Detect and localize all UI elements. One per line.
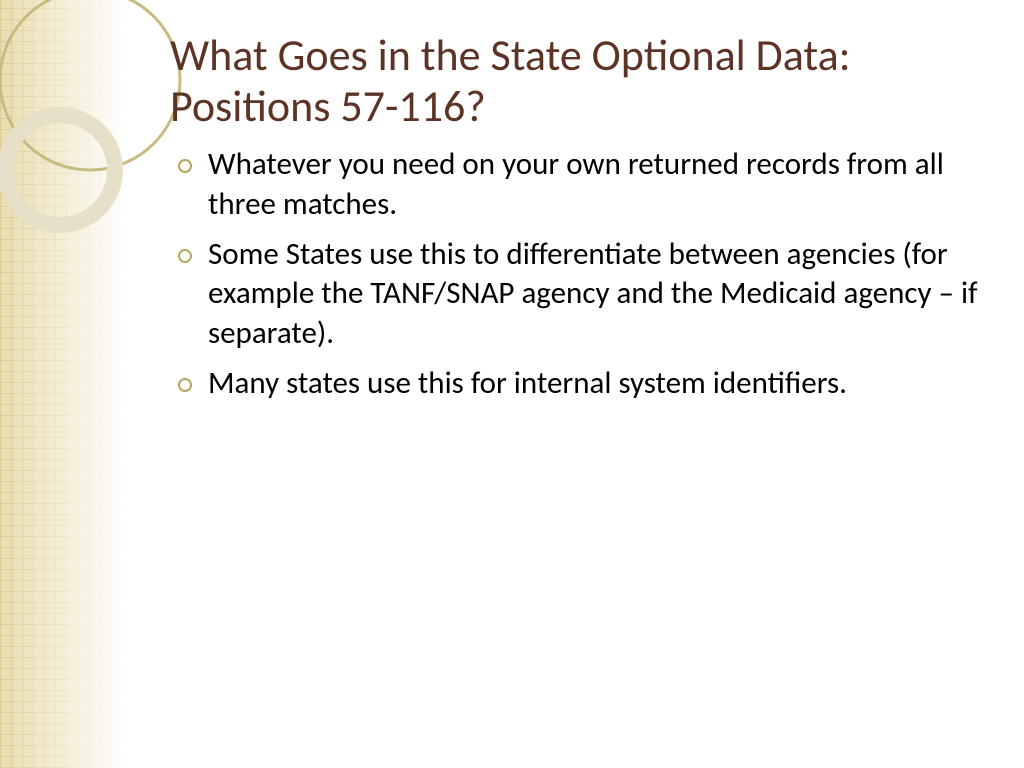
decorative-left-band	[0, 0, 120, 768]
slide-title: What Goes in the State Optional Data: Po…	[170, 30, 990, 131]
bullet-list: Whatever you need on your own returned r…	[170, 145, 990, 403]
list-item: Many states use this for internal system…	[208, 364, 990, 404]
list-item: Whatever you need on your own returned r…	[208, 145, 990, 224]
list-item: Some States use this to differentiate be…	[208, 235, 990, 354]
slide-content: What Goes in the State Optional Data: Po…	[170, 30, 990, 413]
slide: What Goes in the State Optional Data: Po…	[0, 0, 1024, 768]
